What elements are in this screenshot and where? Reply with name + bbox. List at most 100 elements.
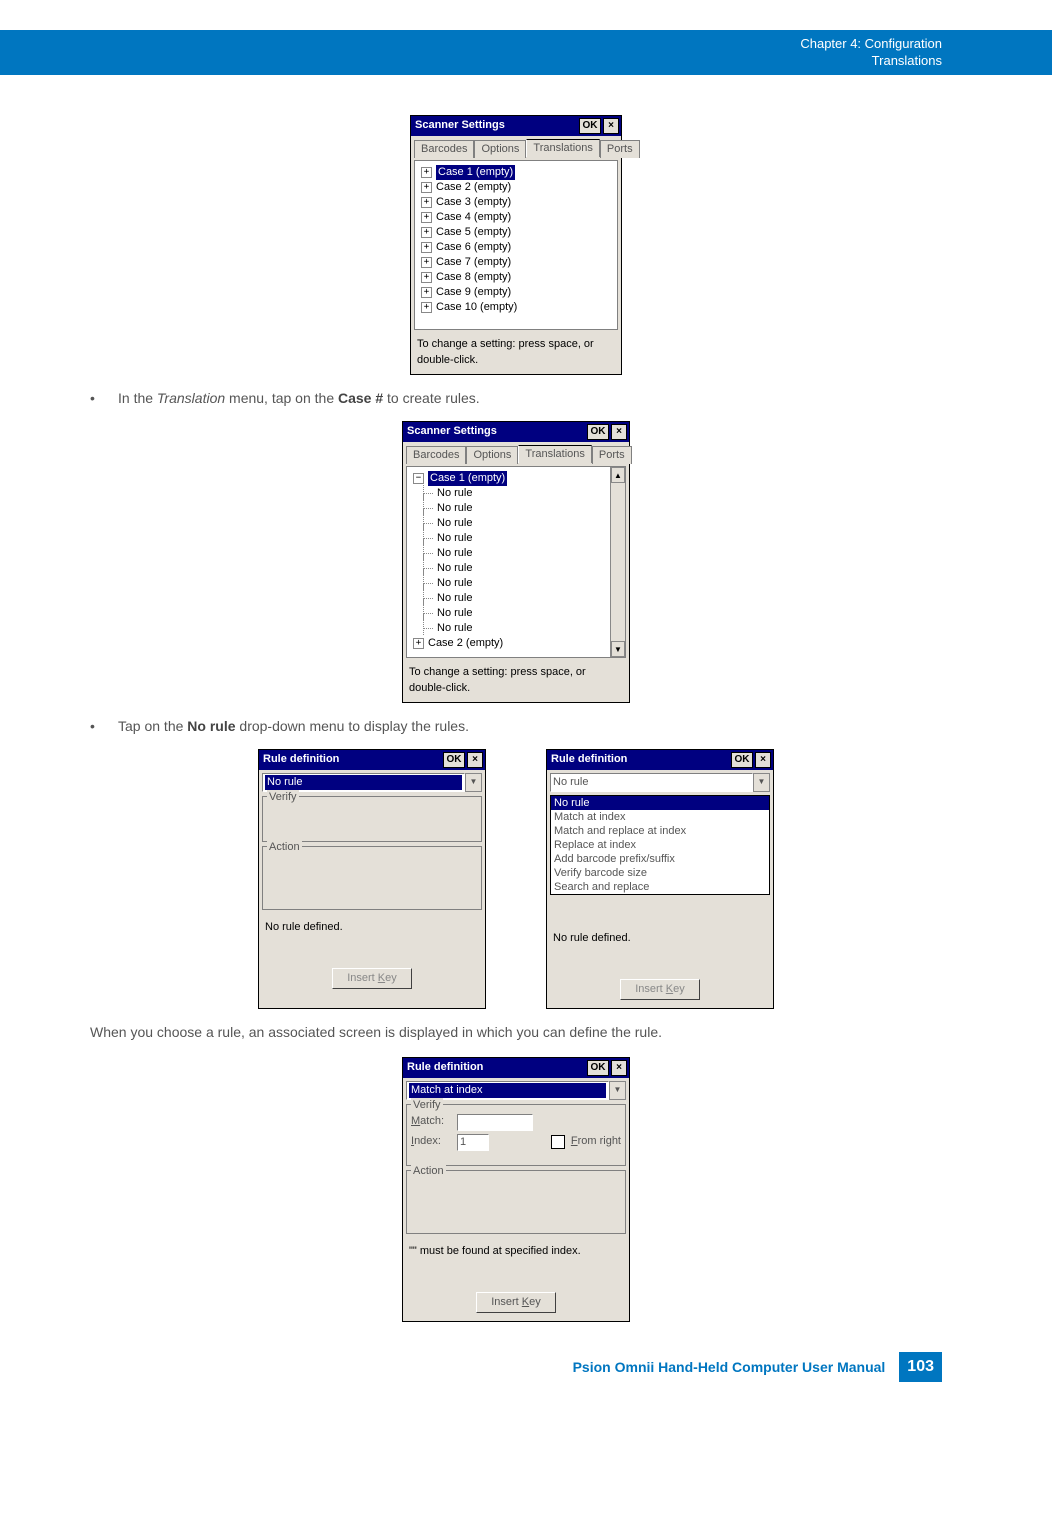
case-label: Case 5 (empty) xyxy=(436,225,511,240)
close-icon[interactable]: × xyxy=(467,752,483,768)
tree-item[interactable]: +Case 4 (empty) xyxy=(421,210,611,225)
expand-icon[interactable]: + xyxy=(421,227,432,238)
tab-options[interactable]: Options xyxy=(474,140,526,158)
tab-ports[interactable]: Ports xyxy=(600,140,640,158)
list-item[interactable]: Match and replace at index xyxy=(551,824,769,838)
tree-item[interactable]: + Case 3 (empty) xyxy=(421,195,611,210)
tab-translations[interactable]: Translations xyxy=(518,445,592,463)
case-label: Case 1 (empty) xyxy=(436,165,515,180)
expand-icon[interactable]: + xyxy=(421,197,432,208)
close-icon[interactable]: × xyxy=(611,424,627,440)
translations-tree[interactable]: + Case 1 (empty) +Case 2 (empty) + Case 3 … xyxy=(414,160,618,330)
expand-icon[interactable]: + xyxy=(421,257,432,268)
tab-options[interactable]: Options xyxy=(466,446,518,464)
group-label: Verify xyxy=(267,790,299,805)
tree-item[interactable]: + Case 6 (empty) xyxy=(421,240,611,255)
expand-icon[interactable]: + xyxy=(421,242,432,253)
expand-icon[interactable]: + xyxy=(421,302,432,313)
tree-item[interactable]: −Case 1 (empty) xyxy=(413,471,619,486)
bullet-marker: • xyxy=(90,389,118,409)
scroll-down-icon[interactable]: ▼ xyxy=(611,641,625,657)
ok-button[interactable]: OK xyxy=(587,1060,609,1076)
rule-definition-window-closed: Rule definition OK × No rule ▼ Verify Ac… xyxy=(258,749,486,1009)
tree-subitem[interactable]: No rule xyxy=(413,486,619,501)
insert-key-button[interactable]: Insert Key xyxy=(476,1292,556,1313)
tree-item[interactable]: +Case 2 (empty) xyxy=(421,180,611,195)
window-title: Rule definition xyxy=(263,752,339,767)
list-item[interactable]: Add barcode prefix/suffix xyxy=(551,852,769,866)
list-item[interactable]: Search and replace xyxy=(551,880,769,894)
close-icon[interactable]: × xyxy=(611,1060,627,1076)
norule-label: No rule xyxy=(437,531,472,546)
dropdown-icon[interactable]: ▼ xyxy=(609,1081,626,1100)
close-icon[interactable]: × xyxy=(603,118,619,134)
tree-subitem[interactable]: No rule xyxy=(413,516,619,531)
expand-icon[interactable]: + xyxy=(421,182,432,193)
close-icon[interactable]: × xyxy=(755,752,771,768)
text: drop-down menu to display the rules. xyxy=(236,718,469,734)
ok-button[interactable]: OK xyxy=(587,424,609,440)
case-label: Case 9 (empty) xyxy=(436,285,511,300)
tree-item[interactable]: + Case 5 (empty) xyxy=(421,225,611,240)
case-label: Case 3 (empty) xyxy=(436,195,511,210)
list-item[interactable]: Match at index xyxy=(551,810,769,824)
expand-icon[interactable]: + xyxy=(421,212,432,223)
rule-combo[interactable]: No rule ▼ xyxy=(550,773,770,792)
tree-item[interactable]: + Case 2 (empty) xyxy=(413,636,619,651)
expand-icon[interactable]: + xyxy=(421,272,432,283)
text-bold: No rule xyxy=(187,718,235,734)
dropdown-icon[interactable]: ▼ xyxy=(753,773,770,792)
tab-barcodes[interactable]: Barcodes xyxy=(406,446,466,464)
rule-options-list[interactable]: No rule Match at index Match and replace… xyxy=(550,795,770,895)
tree-item[interactable]: + Case 1 (empty) xyxy=(421,165,611,180)
tree-subitem[interactable]: No rule xyxy=(413,591,619,606)
tab-ports[interactable]: Ports xyxy=(592,446,632,464)
tree-item[interactable]: + Case 9 (empty) xyxy=(421,285,611,300)
norule-label: No rule xyxy=(437,606,472,621)
rule-definition-window-match: Rule definition OK × Match at index ▼ Ve… xyxy=(402,1057,630,1322)
match-input[interactable] xyxy=(457,1114,533,1131)
scroll-up-icon[interactable]: ▲ xyxy=(611,467,625,483)
combo-value: No rule xyxy=(265,775,462,790)
expand-icon[interactable]: + xyxy=(413,638,424,649)
tree-subitem[interactable]: No rule xyxy=(413,546,619,561)
case-label: Case 1 (empty) xyxy=(428,471,507,486)
list-item[interactable]: Replace at index xyxy=(551,838,769,852)
ok-button[interactable]: OK xyxy=(443,752,465,768)
tree-subitem[interactable]: No rule xyxy=(413,621,619,636)
titlebar: Rule definition OK × xyxy=(259,750,485,770)
scrollbar[interactable]: ▲ ▼ xyxy=(610,467,625,657)
from-right-checkbox[interactable] xyxy=(551,1135,565,1149)
translations-tree-expanded[interactable]: −Case 1 (empty) No rule No rule No rule … xyxy=(406,466,626,658)
case-label: Case 7 (empty) xyxy=(436,255,511,270)
dropdown-icon[interactable]: ▼ xyxy=(465,773,482,792)
tree-subitem[interactable]: No rule xyxy=(413,561,619,576)
group-label: Action xyxy=(267,840,302,855)
ok-button[interactable]: OK xyxy=(579,118,601,134)
tree-item[interactable]: +Case 10 (empty) xyxy=(421,300,611,315)
bullet-text: In the Translation menu, tap on the Case… xyxy=(118,389,942,409)
tree-subitem[interactable]: No rule xyxy=(413,576,619,591)
combo-value: No rule xyxy=(550,773,753,792)
tree-subitem[interactable]: No rule xyxy=(413,501,619,516)
tree-subitem[interactable]: No rule xyxy=(413,606,619,621)
tree-item[interactable]: + Case 7 (empty) xyxy=(421,255,611,270)
list-item[interactable]: Verify barcode size xyxy=(551,866,769,880)
list-item[interactable]: No rule xyxy=(551,796,769,810)
norule-label: No rule xyxy=(437,621,472,636)
tree-subitem[interactable]: No rule xyxy=(413,531,619,546)
titlebar: Scanner Settings OK × xyxy=(411,116,621,136)
status-hint: To change a setting: press space, or dou… xyxy=(411,333,621,374)
expand-icon[interactable]: + xyxy=(421,287,432,298)
expand-icon[interactable]: + xyxy=(421,167,432,178)
tab-translations[interactable]: Translations xyxy=(526,139,600,157)
ok-button[interactable]: OK xyxy=(731,752,753,768)
window-title: Scanner Settings xyxy=(407,424,497,439)
tab-barcodes[interactable]: Barcodes xyxy=(414,140,474,158)
text: menu, tap on the xyxy=(225,390,338,406)
tree-item[interactable]: +Case 8 (empty) xyxy=(421,270,611,285)
case-label: Case 6 (empty) xyxy=(436,240,511,255)
verify-group: Verify Match: Index: 1 From right xyxy=(406,1104,626,1166)
index-input[interactable]: 1 xyxy=(457,1134,489,1151)
case-label: Case 2 (empty) xyxy=(428,636,503,651)
